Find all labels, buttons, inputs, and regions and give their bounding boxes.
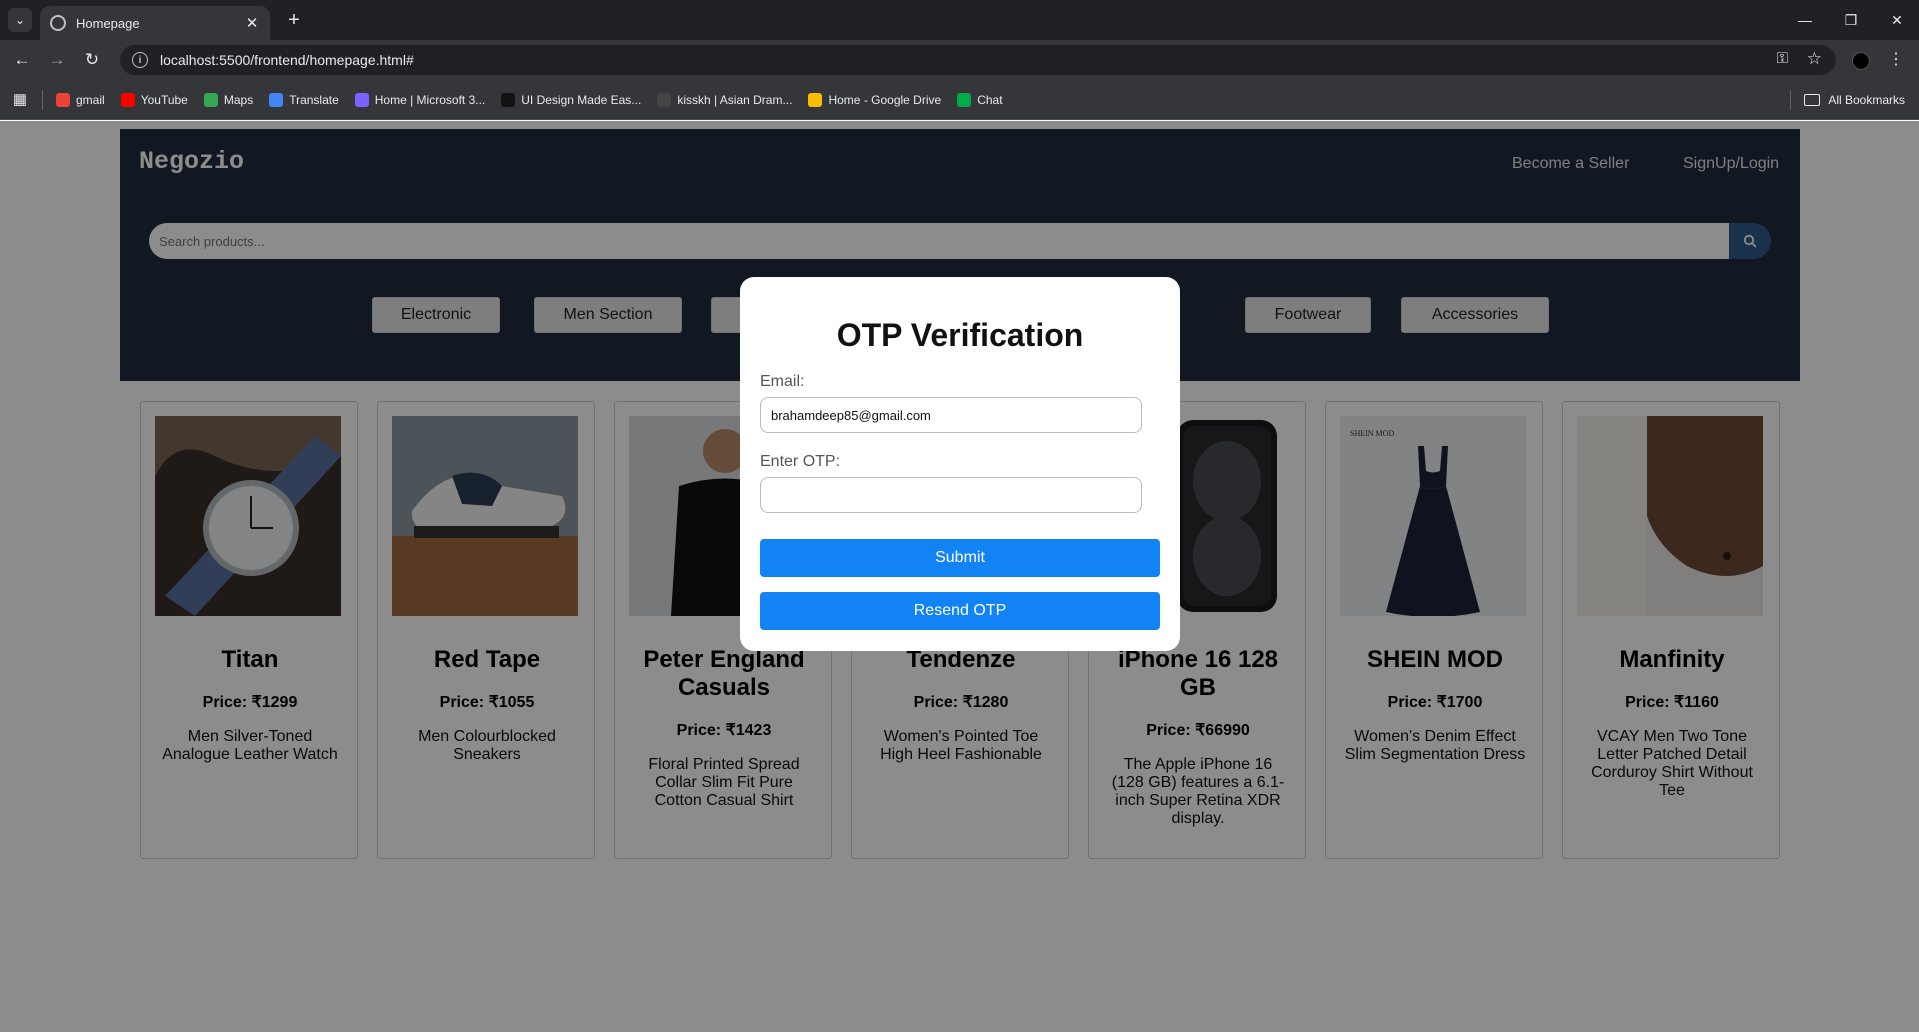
bookmark-item[interactable]: YouTube bbox=[120, 93, 188, 107]
tab-title: Homepage bbox=[76, 15, 140, 31]
back-icon[interactable]: ← bbox=[10, 48, 34, 72]
submit-button[interactable]: Submit bbox=[760, 539, 1160, 577]
otp-field[interactable] bbox=[760, 477, 1142, 513]
bookmark-item[interactable]: UI Design Made Eas... bbox=[501, 93, 641, 107]
page-viewport: Negozio Become a Seller SignUp/Login Ele… bbox=[0, 121, 1919, 1032]
bookmark-label: YouTube bbox=[140, 93, 188, 107]
minimize-button[interactable]: — bbox=[1790, 8, 1820, 32]
bookmark-label: Home - Google Drive bbox=[828, 93, 942, 107]
address-bar[interactable]: i localhost:5500/frontend/homepage.html#… bbox=[120, 45, 1836, 75]
bookmark-label: UI Design Made Eas... bbox=[521, 93, 642, 107]
email-label: Email: bbox=[760, 373, 805, 390]
resend-otp-button[interactable]: Resend OTP bbox=[760, 592, 1160, 630]
bookmark-list: gmail YouTube Maps Translate Home | Microsof… bbox=[56, 80, 1003, 120]
bookmark-label: Chat bbox=[977, 93, 1003, 107]
all-bookmarks-label: All Bookmarks bbox=[1828, 93, 1905, 107]
folder-icon bbox=[1804, 94, 1821, 106]
bookmarks-bar: ▦ gmail YouTube Maps Translate Home | Micros… bbox=[0, 80, 1919, 120]
bookmark-item[interactable]: Home | Microsoft 3... bbox=[354, 93, 486, 107]
bookmark-item[interactable]: kisskh | Asian Dram... bbox=[657, 93, 792, 107]
email-field[interactable] bbox=[760, 397, 1142, 433]
password-key-icon[interactable]: ⚿ bbox=[1777, 50, 1788, 67]
bookmark-item[interactable]: Chat bbox=[957, 93, 1003, 107]
close-window-button[interactable]: ✕ bbox=[1882, 8, 1912, 32]
tab-search-button[interactable]: ⌄ bbox=[8, 8, 32, 32]
new-tab-button[interactable]: + bbox=[282, 8, 306, 32]
bookmark-star-icon[interactable]: ☆ bbox=[1807, 49, 1822, 69]
bookmark-favicon-icon bbox=[808, 93, 823, 107]
otp-verification-modal: OTP Verification Email: Enter OTP: Submi… bbox=[740, 277, 1180, 651]
bookmark-favicon-icon bbox=[354, 93, 369, 107]
browser-menu-icon[interactable]: ⋮ bbox=[1888, 48, 1904, 72]
bookmarks-divider bbox=[1790, 90, 1791, 110]
bookmark-item[interactable]: Maps bbox=[203, 93, 254, 107]
bookmarks-separator bbox=[42, 90, 43, 110]
modal-title: OTP Verification bbox=[836, 317, 1084, 353]
globe-icon bbox=[50, 15, 66, 31]
bookmark-item[interactable]: gmail bbox=[56, 93, 105, 107]
bookmark-item[interactable]: Translate bbox=[269, 93, 339, 107]
bookmark-favicon-icon bbox=[120, 93, 135, 107]
bookmark-label: gmail bbox=[76, 93, 105, 107]
reload-icon[interactable]: ↻ bbox=[80, 48, 104, 72]
bookmark-label: Translate bbox=[289, 93, 339, 107]
forward-icon[interactable]: → bbox=[45, 48, 69, 72]
bookmark-label: Maps bbox=[223, 93, 254, 107]
bookmark-favicon-icon bbox=[657, 93, 672, 107]
restore-button[interactable]: ❐ bbox=[1836, 8, 1866, 32]
bookmark-label: Home | Microsoft 3... bbox=[374, 93, 486, 107]
bookmark-item[interactable]: Home - Google Drive bbox=[808, 93, 941, 107]
bookmark-favicon-icon bbox=[203, 93, 218, 107]
all-bookmarks-button[interactable]: All Bookmarks bbox=[1804, 80, 1905, 120]
close-tab-icon[interactable]: ✕ bbox=[244, 14, 260, 32]
bookmark-favicon-icon bbox=[501, 93, 516, 107]
site-info-icon[interactable]: i bbox=[132, 52, 148, 68]
bookmark-favicon-icon bbox=[56, 93, 70, 107]
bookmark-favicon-icon bbox=[269, 93, 284, 107]
browser-tab-homepage[interactable]: Homepage ✕ bbox=[40, 6, 270, 40]
address-url: localhost:5500/frontend/homepage.html# bbox=[160, 52, 414, 68]
profile-avatar[interactable] bbox=[1852, 52, 1870, 70]
otp-label: Enter OTP: bbox=[760, 453, 841, 470]
browser-toolbar: ← → ↻ i localhost:5500/frontend/homepage… bbox=[0, 40, 1919, 80]
apps-grid-icon[interactable]: ▦ bbox=[10, 90, 30, 110]
bookmark-label: kisskh | Asian Dram... bbox=[677, 93, 793, 107]
bookmark-favicon-icon bbox=[957, 93, 972, 107]
browser-tabstrip: ⌄ Homepage ✕ + — ❐ ✕ bbox=[0, 0, 1919, 40]
